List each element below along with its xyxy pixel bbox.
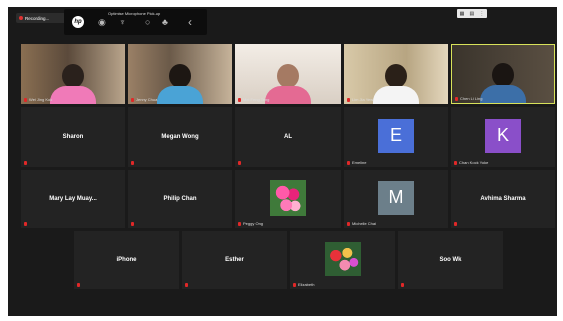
chevron-left-icon[interactable]: ‹ (188, 16, 192, 28)
mic-muted-icon (347, 160, 350, 165)
zoom-gallery-view: Wei Jing Kok Jenny Chua Mei Feng Teng Li… (8, 7, 557, 316)
participant-name: Chen Li Ling (460, 96, 483, 101)
mic-muted-icon (131, 161, 134, 165)
participant-name: Michelle Chai (352, 221, 377, 226)
participant-figure (373, 64, 419, 104)
participant-tile[interactable]: Esther (182, 231, 287, 289)
mic-array-icon[interactable]: ♣ (162, 17, 168, 27)
participant-name: iPhone (116, 257, 137, 263)
participant-figure (480, 63, 526, 103)
device-toolbar: hp Optimise Microphone Pick-up ◉ ♆ ○ ♣ ‹ (64, 9, 207, 35)
participant-name: Sharon (62, 134, 84, 140)
mic-muted-icon (131, 97, 134, 102)
participant-tile[interactable]: iPhone (74, 231, 179, 289)
participant-tile[interactable]: AL (235, 107, 341, 167)
participant-tile[interactable]: Elizabeth (290, 231, 395, 289)
participant-tile[interactable]: E Emeline (344, 107, 448, 167)
avatar: K (485, 118, 521, 153)
participant-tile[interactable]: M Michelle Chai (344, 170, 448, 228)
participant-tile[interactable]: Avhima Sharma (451, 170, 555, 228)
mic-muted-icon (293, 282, 296, 287)
participant-tile[interactable]: Mary Lay Muay... (21, 170, 125, 228)
mic-icon[interactable]: ♆ (119, 17, 126, 27)
grid-icon[interactable]: ▦ (460, 11, 465, 17)
mic-muted-icon (24, 161, 27, 165)
participant-name: Chan Kock Yoke (459, 160, 489, 165)
participant-tile[interactable]: Peggy Ong (235, 170, 341, 228)
mic-muted-icon (347, 97, 350, 102)
video-tile[interactable]: Wei Jing Kok (21, 44, 125, 104)
more-icon[interactable]: ⋮ (479, 11, 484, 17)
participant-figure (157, 64, 203, 104)
layout-icon[interactable]: ▤ (469, 11, 474, 17)
participant-name: Mei Feng Teng (243, 97, 270, 102)
mic-muted-icon (238, 97, 241, 102)
participant-name: Philip Chan (163, 196, 197, 202)
recording-indicator[interactable]: Recording... (16, 13, 68, 23)
participant-name: Emeline (352, 160, 367, 165)
view-controls: ▦ ▤ ⋮ (457, 9, 487, 18)
video-tile[interactable]: Lim Jia Yew (344, 44, 448, 104)
mic-muted-icon (347, 221, 350, 226)
recording-label: Recording... (25, 15, 50, 21)
participant-name: Jenny Chua (136, 97, 158, 102)
mic-muted-icon (77, 283, 80, 287)
participant-name: Soo Wk (439, 257, 462, 263)
hp-logo-icon: hp (72, 16, 84, 28)
active-speaker-tile[interactable]: Chen Li Ling (451, 44, 555, 104)
participant-tile[interactable]: Soo Wk (398, 231, 503, 289)
participant-tile[interactable]: Megan Wong (128, 107, 232, 167)
device-toolbar-title: Optimise Microphone Pick-up (108, 11, 161, 16)
record-icon (19, 16, 23, 20)
mic-muted-icon (238, 161, 241, 165)
radio-icon[interactable]: ◉ (98, 17, 106, 27)
mic-muted-icon (24, 97, 27, 102)
mic-muted-icon (185, 283, 188, 287)
participant-name: Mary Lay Muay... (49, 196, 97, 202)
participant-name: Elizabeth (298, 282, 315, 287)
mic-muted-icon (455, 96, 458, 101)
avatar: E (378, 118, 414, 153)
participant-name: Wei Jing Kok (29, 97, 53, 102)
participant-name: Megan Wong (161, 134, 199, 140)
profile-picture (324, 241, 361, 276)
mic-muted-icon (401, 283, 404, 287)
avatar: M (378, 180, 414, 215)
mic-muted-icon (24, 222, 27, 226)
participant-tile[interactable]: Philip Chan (128, 170, 232, 228)
participant-figure (50, 64, 96, 104)
mic-muted-icon (454, 222, 457, 226)
participant-name: Esther (225, 257, 244, 263)
participant-tile[interactable]: K Chan Kock Yoke (451, 107, 555, 167)
mic-muted-icon (238, 221, 241, 226)
participant-name: Avhima Sharma (480, 196, 526, 202)
participant-figure (265, 64, 311, 104)
profile-picture (270, 179, 306, 216)
radio-icon[interactable]: ○ (145, 17, 150, 27)
participant-name: Lim Jia Yew (352, 97, 374, 102)
video-tile[interactable]: Jenny Chua (128, 44, 232, 104)
mic-muted-icon (131, 222, 134, 226)
mic-muted-icon (454, 160, 457, 165)
participant-name: AL (284, 134, 292, 140)
video-tile[interactable]: Mei Feng Teng (235, 44, 341, 104)
participant-tile[interactable]: Sharon (21, 107, 125, 167)
participant-name: Peggy Ong (243, 221, 264, 226)
